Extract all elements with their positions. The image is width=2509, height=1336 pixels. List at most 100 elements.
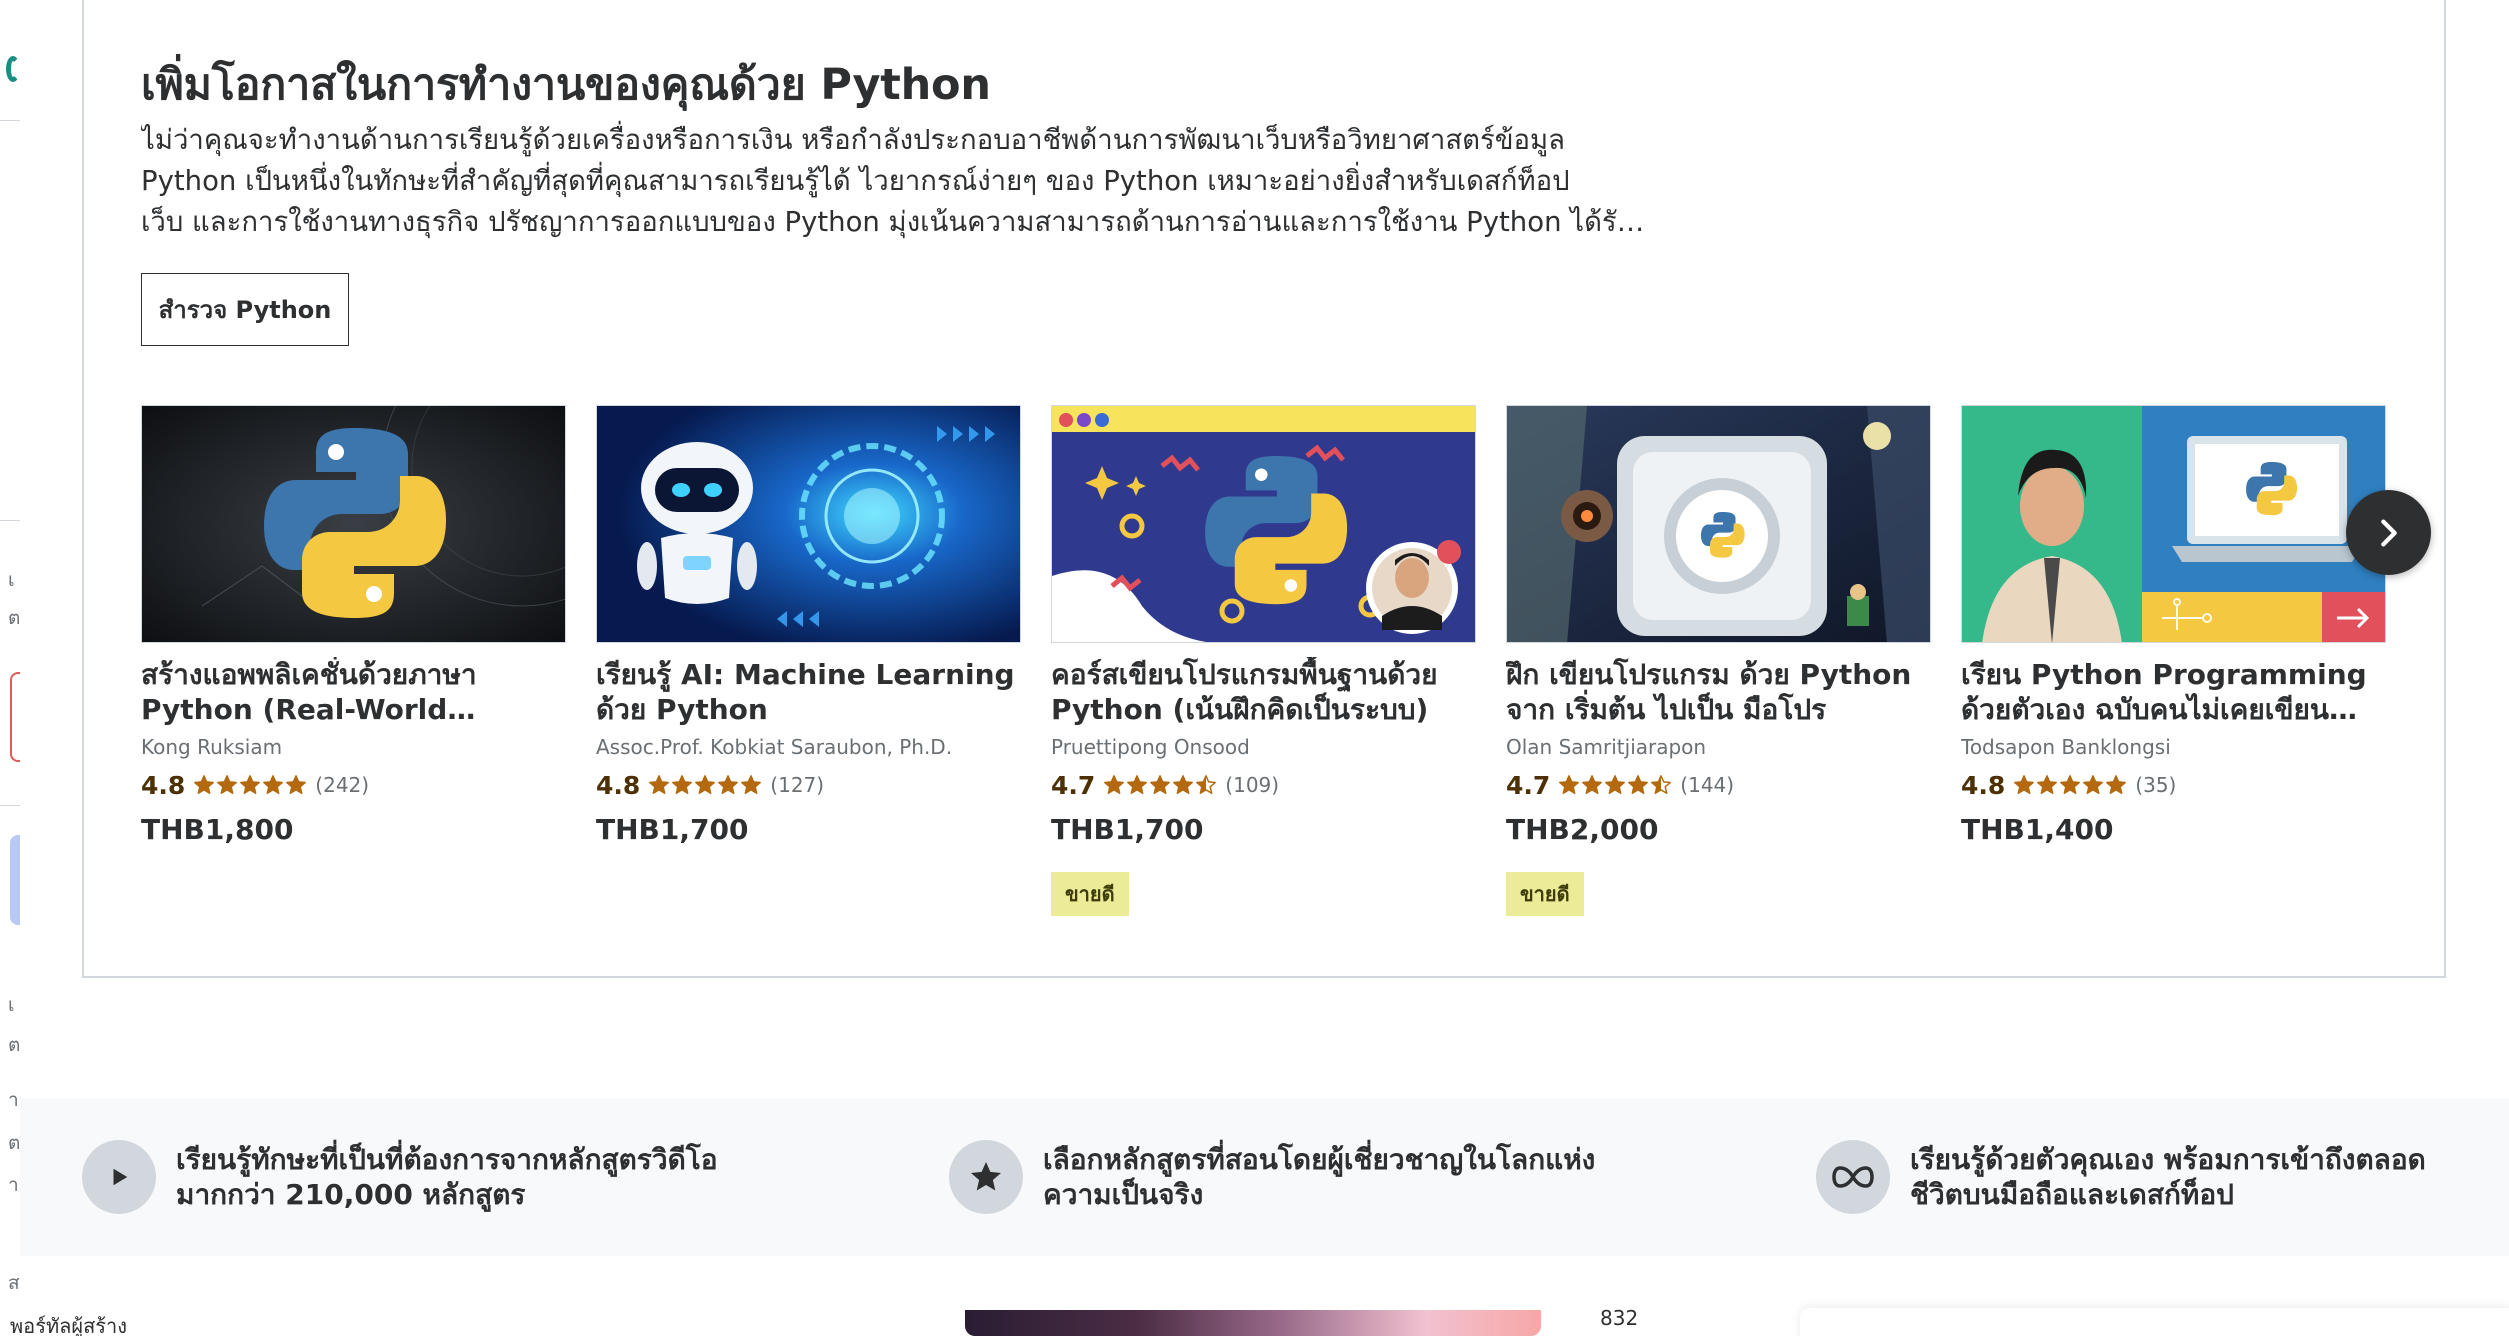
sidebar-text-fragment: า (8, 1174, 19, 1196)
star-full-icon (1558, 774, 1580, 796)
course-instructor: Assoc.Prof. Kobkiat Saraubon, Ph.D. (596, 735, 953, 759)
course-title[interactable]: สร้างแอพพลิเคชั่นด้วยภาษา Python (Real-W… (141, 657, 566, 727)
infinity-icon (1816, 1140, 1890, 1214)
course-instructor: Kong Ruksiam (141, 735, 283, 759)
carousel-next-button[interactable] (2346, 490, 2431, 575)
review-count: (144) (1680, 773, 1735, 797)
creator-portal-link[interactable]: พอร์ทัลผู้สร้าง (10, 1310, 127, 1336)
section-title: เพิ่มโอกาสในการทำงานของคุณด้วย Python (141, 60, 991, 110)
rating-stars (1103, 774, 1217, 796)
course-thumbnail[interactable] (1961, 405, 2386, 643)
rating-score: 4.7 (1051, 770, 1096, 800)
rating-stars (648, 774, 762, 796)
python-logo-icon (142, 406, 565, 642)
sidebar-text-fragment: ส (8, 1272, 20, 1294)
star-full-icon (216, 774, 238, 796)
logo-icon[interactable] (6, 56, 20, 82)
course-instructor: Pruettipong Onsood (1051, 735, 1250, 759)
review-count: (109) (1225, 773, 1280, 797)
course-title[interactable]: คอร์สเขียนโปรแกรมพื้นฐานด้วย Python (เน้… (1051, 657, 1476, 727)
bottom-card-fragment (1800, 1308, 2509, 1336)
course-thumbnail[interactable] (141, 405, 566, 643)
star-full-icon (2059, 774, 2081, 796)
rating-score: 4.8 (1961, 770, 2006, 800)
star-icon (949, 1140, 1023, 1214)
course-thumbnail[interactable] (1506, 405, 1931, 643)
course-price: THB1,800 (141, 813, 294, 846)
course-rating: 4.8 (35) (1961, 770, 2386, 800)
left-sidebar-clipped: เ ต เ ต า ต า ส (0, 0, 20, 1336)
course-rating: 4.7 (144) (1506, 770, 1931, 800)
star-full-icon (193, 774, 215, 796)
robot-icon (597, 406, 1020, 642)
course-thumbnail[interactable] (596, 405, 1021, 643)
course-card[interactable]: เรียน Python Programming ด้วยตัวเอง ฉบับ… (1961, 405, 2386, 846)
bestseller-badge: ขายดี (1506, 872, 1584, 916)
rating-stars (1558, 774, 1672, 796)
sidebar-card-fragment[interactable] (10, 835, 20, 925)
course-title[interactable]: ฝึก เขียนโปรแกรม ด้วย Python จาก เริ่มต้… (1506, 657, 1931, 727)
course-card[interactable]: สร้างแอพพลิเคชั่นด้วยภาษา Python (Real-W… (141, 405, 566, 846)
value-prop-text: เรียนรู้ทักษะที่เป็นที่ต้องการจากหลักสูต… (176, 1143, 718, 1211)
course-instructor: Todsapon Banklongsi (1961, 735, 2171, 759)
star-full-icon (2105, 774, 2127, 796)
rating-score: 4.8 (596, 770, 641, 800)
description-line: ไม่ว่าคุณจะทำงานด้านการเรียนรู้ด้วยเครื่… (141, 124, 1566, 156)
course-rating: 4.8 (242) (141, 770, 566, 800)
bottom-number: 832 (1600, 1306, 1639, 1330)
star-full-icon (2082, 774, 2104, 796)
description-line: Python เป็นหนึ่งในทักษะที่สำคัญที่สุดที่… (141, 165, 1570, 197)
star-full-icon (740, 774, 762, 796)
sidebar-text-fragment: ต (8, 1034, 21, 1056)
course-title[interactable]: เรียนรู้ AI: Machine Learning ด้วย Pytho… (596, 657, 1021, 727)
python-logo-icon (1052, 406, 1475, 642)
course-price: THB1,700 (1051, 813, 1204, 846)
rating-score: 4.8 (141, 770, 186, 800)
divider (0, 805, 20, 806)
value-prop-item: เลือกหลักสูตรที่สอนโดยผู้เชี่ยวชาญในโลกแ… (949, 1140, 1603, 1214)
star-full-icon (694, 774, 716, 796)
course-card[interactable]: ฝึก เขียนโปรแกรม ด้วย Python จาก เริ่มต้… (1506, 405, 1931, 916)
course-card[interactable]: เรียนรู้ AI: Machine Learning ด้วย Pytho… (596, 405, 1021, 846)
sidebar-text-fragment: า (8, 1089, 19, 1111)
star-full-icon (262, 774, 284, 796)
bottom-image-fragment (965, 1310, 1541, 1336)
course-thumbnail[interactable] (1051, 405, 1476, 643)
course-rating: 4.8 (127) (596, 770, 1021, 800)
description-line: เว็บ และการใช้งานทางธุรกิจ ปรัชญาการออกแ… (141, 206, 1645, 238)
divider (0, 520, 20, 521)
sidebar-text-fragment: ต (8, 607, 21, 629)
course-card[interactable]: คอร์สเขียนโปรแกรมพื้นฐานด้วย Python (เน้… (1051, 405, 1476, 916)
course-price: THB2,000 (1506, 813, 1659, 846)
star-full-icon (671, 774, 693, 796)
star-full-icon (1103, 774, 1125, 796)
review-count: (242) (315, 773, 370, 797)
review-count: (127) (770, 773, 825, 797)
star-full-icon (648, 774, 670, 796)
review-count: (35) (2135, 773, 2177, 797)
rating-stars (193, 774, 307, 796)
star-full-icon (1172, 774, 1194, 796)
explore-python-button[interactable]: สำรวจ Python (141, 273, 349, 346)
star-full-icon (2013, 774, 2035, 796)
sidebar-text-fragment: เ (8, 569, 15, 591)
star-full-icon (2036, 774, 2058, 796)
rating-stars (2013, 774, 2127, 796)
sidebar-text-fragment: เ (8, 994, 15, 1016)
value-prop-text: เรียนรู้ด้วยตัวคุณเอง พร้อมการเข้าถึงตลอ… (1910, 1143, 2426, 1211)
section-description: ไม่ว่าคุณจะทำงานด้านการเรียนรู้ด้วยเครื่… (141, 120, 1661, 243)
sidebar-card-fragment[interactable] (10, 672, 20, 762)
sidebar-text-fragment: ต (8, 1132, 21, 1154)
star-half-icon (1195, 774, 1217, 796)
course-title[interactable]: เรียน Python Programming ด้วยตัวเอง ฉบับ… (1961, 657, 2386, 727)
bestseller-badge: ขายดี (1051, 872, 1129, 916)
divider (0, 120, 20, 121)
value-prop-item: เรียนรู้ด้วยตัวคุณเอง พร้อมการเข้าถึงตลอ… (1816, 1140, 2470, 1214)
star-full-icon (717, 774, 739, 796)
star-full-icon (1627, 774, 1649, 796)
star-full-icon (285, 774, 307, 796)
value-prop-item: เรียนรู้ทักษะที่เป็นที่ต้องการจากหลักสูต… (82, 1140, 736, 1214)
laptop-icon (1962, 406, 2385, 642)
rating-score: 4.7 (1506, 770, 1551, 800)
star-half-icon (1650, 774, 1672, 796)
